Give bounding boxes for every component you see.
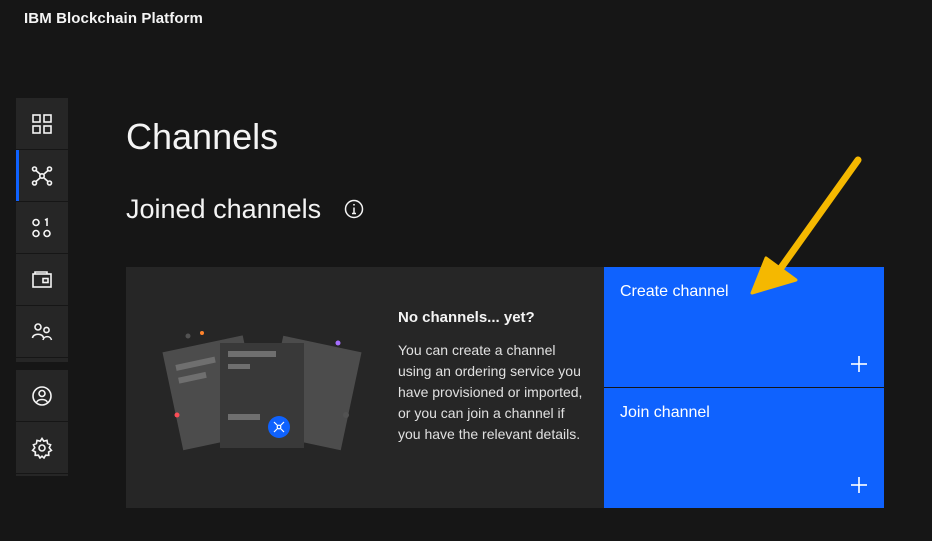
wallet-icon — [32, 270, 52, 288]
sidebar-item-users[interactable] — [16, 306, 68, 358]
info-icon[interactable] — [344, 199, 364, 219]
user-circle-icon — [32, 385, 52, 406]
sidebar-item-settings[interactable] — [16, 422, 68, 474]
app-title: IBM Blockchain Platform — [24, 10, 203, 27]
gear-icon — [31, 436, 53, 459]
create-channel-label: Create channel — [620, 283, 729, 300]
sidebar-item-channels[interactable] — [16, 150, 68, 202]
sidebar-main-nav — [16, 98, 68, 362]
grid-icon — [32, 113, 52, 134]
binary-icon — [32, 217, 51, 237]
sidebar-item-wallet[interactable] — [16, 254, 68, 306]
empty-state-heading: No channels... yet? — [398, 309, 535, 326]
add-icon — [851, 477, 867, 493]
sidebar-item-smart-contracts[interactable] — [16, 202, 68, 254]
empty-state-text: No channels... yet? You can create a cha… — [398, 309, 588, 445]
empty-state-panel: No channels... yet? You can create a cha… — [126, 267, 604, 508]
add-icon — [851, 356, 867, 372]
sidebar-item-profile[interactable] — [16, 370, 68, 422]
page-title: Channels — [126, 116, 279, 157]
sidebar-secondary-nav — [16, 370, 68, 476]
empty-channels-illustration — [162, 331, 362, 451]
user-group-icon — [31, 322, 53, 340]
network-icon — [31, 165, 53, 186]
sidebar-item-dashboard[interactable] — [16, 98, 68, 150]
join-channel-label: Join channel — [620, 404, 710, 421]
annotation-arrow-icon — [750, 156, 862, 295]
empty-state-body: You can create a channel using an orderi… — [398, 342, 583, 442]
join-channel-tile[interactable]: Join channel — [604, 388, 884, 508]
section-title: Joined channels — [126, 194, 322, 224]
